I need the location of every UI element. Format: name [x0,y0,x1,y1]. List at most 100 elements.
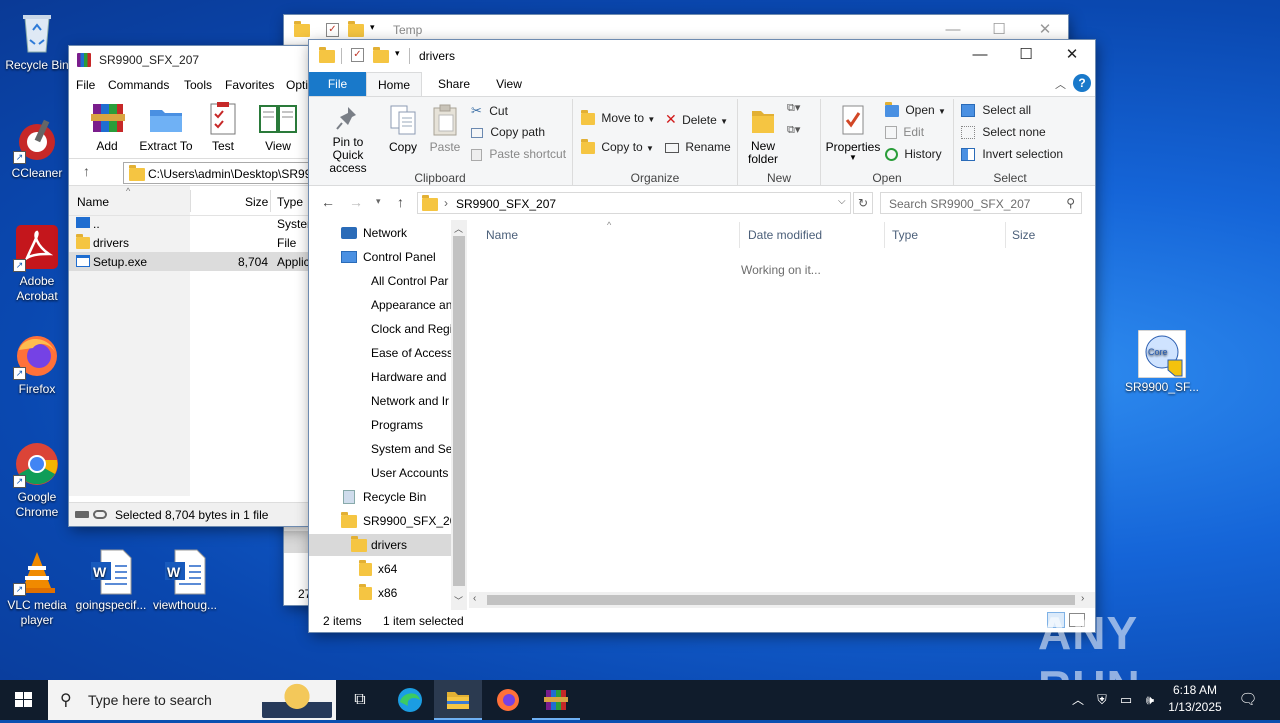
pin-quick-access-button[interactable]: Pin to Quick access [314,103,382,175]
search-input[interactable]: Search SR9900_SFX_207 ⚲ [880,192,1082,214]
history-button[interactable]: History [885,147,942,162]
nav-item-drivers-selected[interactable]: drivers [309,534,451,556]
task-view-button[interactable]: ⧉ [336,680,384,720]
desktop-icon-ccleaner[interactable]: ↗ CCleaner [0,116,74,181]
up-arrow-icon[interactable]: ↑ [397,194,404,210]
desktop-icon-goingspecif[interactable]: W goingspecif... [74,548,148,613]
col-size[interactable]: Size [245,195,268,209]
address-bar[interactable]: › SR9900_SFX_207 ⌵ [417,192,851,214]
horizontal-scrollbar-thumb[interactable] [487,595,1075,605]
new-folder-button[interactable]: New folder [743,103,783,166]
desktop-icon-vlc[interactable]: ↗ VLC media player [0,548,74,628]
nav-scrollbar[interactable]: ︿ ﹀ [451,220,467,610]
copy-button[interactable]: Copy [385,103,421,154]
menu-favorites[interactable]: Favorites [225,78,274,92]
col-header-type[interactable]: Type [892,228,918,242]
new-folder-mini-icon[interactable] [348,21,364,37]
desktop-icon-chrome[interactable]: ↗ Google Chrome [0,440,74,520]
move-to-button[interactable]: Move to ▼ [581,109,655,125]
taskbar-file-explorer[interactable] [434,680,482,720]
col-header-size[interactable]: Size [1012,228,1035,242]
horizontal-scrollbar[interactable]: ‹ › [469,592,1095,608]
tray-volume-icon[interactable]: 🕪 [1140,680,1160,720]
qat-dropdown-icon[interactable]: ▾ [370,22,375,33]
winrar-path-field[interactable]: C:\Users\admin\Desktop\SR99 [123,162,309,184]
nav-item-x64[interactable]: x64 [309,558,451,580]
explorer-window[interactable]: ✓ ▾ drivers — ☐ ✕ File Home Share View ︿… [309,40,1095,632]
tray-security-icon[interactable]: ⛨ [1092,680,1112,720]
help-icon[interactable]: ? [1073,74,1091,92]
maximize-button[interactable]: ☐ [1003,40,1049,70]
paste-shortcut-button[interactable]: Paste shortcut [471,147,566,161]
tray-network-icon[interactable]: ▭ [1116,680,1136,720]
desktop-icon-acrobat[interactable]: ↗ Adobe Acrobat [0,224,74,304]
invert-selection-button[interactable]: Invert selection [961,147,1063,162]
rename-button[interactable]: Rename [665,140,731,154]
scroll-left-icon[interactable]: ‹ [473,593,476,604]
nav-item-network[interactable]: Network [309,222,451,244]
nav-item-x86[interactable]: x86 [309,582,451,604]
list-item[interactable]: drivers File fo [69,233,309,264]
copy-to-button[interactable]: Copy to ▼ [581,138,654,154]
list-item-selected[interactable]: Setup.exe 8,704 Applic [69,252,309,271]
start-button[interactable] [0,680,48,720]
nav-item-system-security[interactable]: System and Se [371,438,451,460]
col-name[interactable]: Name [77,195,109,209]
tab-share[interactable]: Share [426,72,482,96]
properties-mini-icon[interactable]: ✓ [326,23,339,37]
nav-item-programs[interactable]: Programs [371,414,451,436]
copy-path-button[interactable]: Copy path [471,125,545,139]
properties-mini-icon[interactable]: ✓ [351,48,364,62]
menu-file[interactable]: File [76,78,95,92]
nav-item-ease-of-access[interactable]: Ease of Access [371,342,451,364]
scroll-right-icon[interactable]: › [1081,593,1084,604]
nav-item-network-internet[interactable]: Network and Ir [371,390,451,412]
new-item-button[interactable]: ⧉▾ [787,101,811,119]
notification-icon[interactable]: 🗨 [1236,680,1260,720]
menu-options[interactable]: Opti [286,78,308,92]
view-button[interactable]: View [255,100,301,153]
nav-item-recycle-bin[interactable]: Recycle Bin [309,486,451,508]
desktop-icon-viewthoug[interactable]: W viewthoug... [148,548,222,613]
extract-to-button[interactable]: Extract To [137,100,195,153]
taskbar-firefox[interactable] [484,680,532,720]
scroll-down-icon[interactable]: ﹀ [454,594,463,607]
nav-scrollbar-thumb[interactable] [453,236,465,586]
nav-item-clock-region[interactable]: Clock and Regi [371,318,451,340]
new-folder-mini-icon[interactable] [373,47,389,63]
refresh-icon[interactable]: ↻ [853,192,873,214]
explorer-title-bar[interactable]: ✓ ▾ drivers — ☐ ✕ [309,40,1095,72]
select-none-button[interactable]: Select none [961,125,1046,140]
up-arrow-icon[interactable]: ↑ [83,163,90,179]
list-item[interactable]: .. Syster [69,214,309,233]
collapse-ribbon-icon[interactable]: ︿ [1055,76,1066,92]
tab-home[interactable]: Home [366,72,422,97]
nav-item-all-control-panel[interactable]: All Control Par [371,270,451,292]
forward-arrow-icon[interactable]: → [349,194,363,210]
properties-button[interactable]: Properties ▼ [823,103,883,162]
col-type[interactable]: Type [277,195,303,209]
nav-item-appearance[interactable]: Appearance an [371,294,451,316]
breadcrumb[interactable]: SR9900_SFX_207 [456,197,556,211]
address-dropdown-icon[interactable]: ⌵ [838,196,846,207]
delete-button[interactable]: ✕ Delete ▼ [665,111,728,128]
easy-access-button[interactable]: ⧉▾ [787,123,811,141]
edit-button[interactable]: Edit [885,125,924,140]
nav-item-control-panel[interactable]: Control Panel [309,246,451,268]
taskbar-winrar[interactable] [532,680,580,720]
test-button[interactable]: Test [203,100,243,153]
qat-dropdown-icon[interactable]: ▾ [395,48,400,59]
scroll-up-icon[interactable]: ︿ [454,222,463,235]
tab-view[interactable]: View [484,72,534,96]
desktop-icon-firefox[interactable]: ↗ Firefox [0,332,74,397]
clock[interactable]: 6:18 AM 1/13/2025 [1162,682,1228,718]
select-all-button[interactable]: Select all [961,103,1031,118]
winrar-title-bar[interactable]: SR9900_SFX_207 [69,46,309,74]
recent-dropdown-icon[interactable]: ▾ [376,196,381,207]
close-button[interactable]: ✕ [1049,40,1095,70]
taskbar-search-box[interactable]: ⚲ Type here to search [48,680,336,720]
desktop-icon-recycle-bin[interactable]: Recycle Bin [0,8,74,73]
winrar-window[interactable]: SR9900_SFX_207 File Commands Tools Favor… [69,46,309,526]
tray-overflow-icon[interactable]: ︿ [1068,680,1088,720]
back-arrow-icon[interactable]: ← [321,194,335,210]
